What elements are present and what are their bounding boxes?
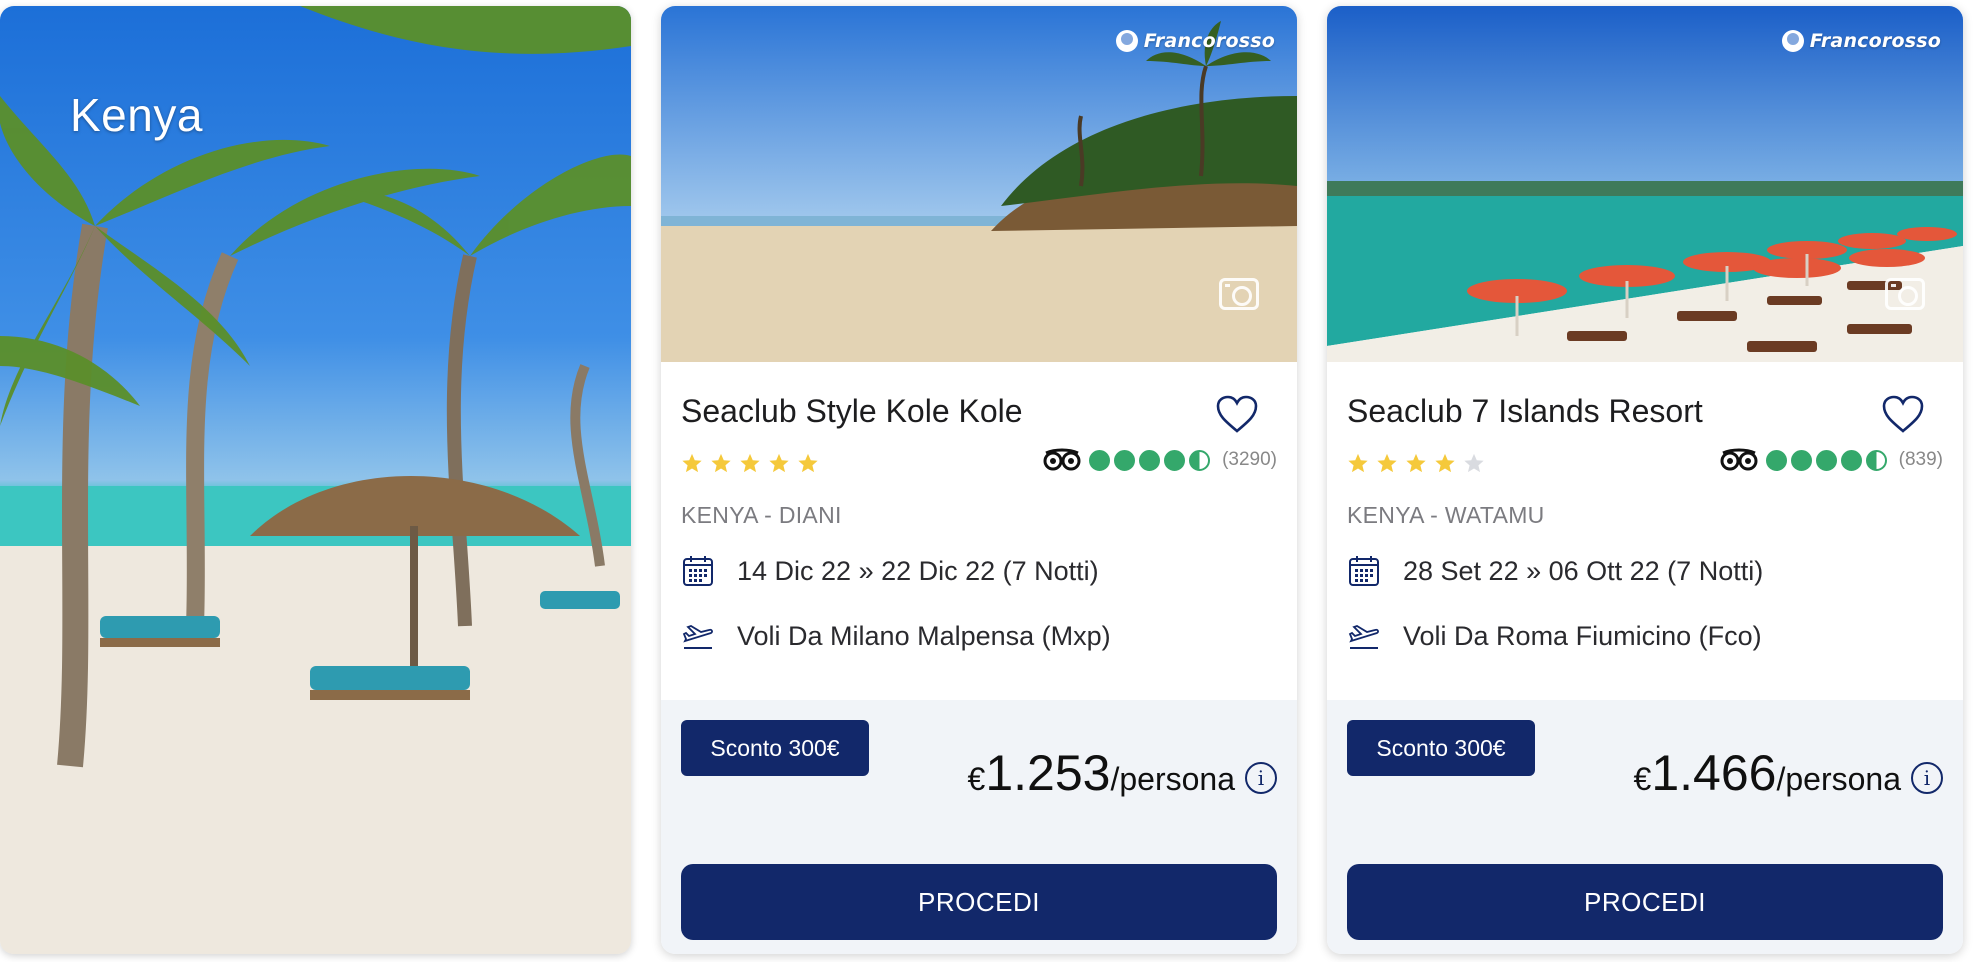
brand-logo: Francorosso — [1781, 30, 1941, 52]
calendar-icon — [683, 556, 713, 586]
star-rating — [1347, 452, 1485, 474]
star-icon — [1406, 453, 1426, 473]
tripadvisor-rating[interactable]: (839) — [1720, 448, 1943, 472]
price-currency: € — [1633, 761, 1652, 797]
price-amount: 1.466 — [1651, 745, 1777, 801]
destination-hero-card[interactable]: Kenya — [0, 6, 631, 954]
procedi-button[interactable]: PROCEDI — [1347, 864, 1943, 940]
bubble-half — [1189, 449, 1211, 471]
bubble-half — [1865, 449, 1887, 471]
plane-departure-icon — [1348, 625, 1379, 649]
dates-text: 28 Set 22 » 06 Ott 22 (7 Notti) — [1403, 555, 1764, 586]
card-body: Seaclub 7 Islands Resort (839) KENYA - W… — [1327, 362, 1963, 700]
hotel-card: Francorosso Seaclub Style Kole Kole (329… — [661, 6, 1297, 954]
plane-departure-icon — [682, 625, 713, 649]
hotel-location: KENYA - WATAMU — [1347, 502, 1545, 528]
camera-icon[interactable] — [1219, 278, 1259, 310]
price-unit: /persona — [1110, 761, 1235, 797]
info-icon[interactable]: i — [1911, 762, 1943, 794]
flight-text: Voli Da Milano Malpensa (Mxp) — [737, 620, 1111, 651]
calendar-icon — [1349, 556, 1379, 586]
star-icon — [740, 453, 760, 473]
dates-text: 14 Dic 22 » 22 Dic 22 (7 Notti) — [737, 555, 1099, 586]
price: € 1.466 /persona — [1634, 744, 1901, 802]
beach-photo — [661, 6, 1297, 362]
card-body: Seaclub Style Kole Kole (3290) KENYA - D… — [661, 362, 1297, 700]
beach-photo — [1327, 6, 1963, 362]
price-currency: € — [967, 761, 986, 797]
flight-info: Voli Da Roma Fiumicino (Fco) — [1347, 619, 1762, 653]
price: € 1.253 /persona — [968, 744, 1235, 802]
price-unit: /persona — [1776, 761, 1901, 797]
star-icon — [1348, 453, 1368, 473]
discount-badge: Sconto 300€ — [681, 720, 869, 776]
bubble-full — [1164, 449, 1186, 471]
review-count: (3290) — [1222, 449, 1277, 470]
tripadvisor-owl-icon — [1720, 448, 1758, 471]
price-panel: Sconto 300€ € 1.253 /persona i PROCEDI — [661, 700, 1297, 954]
travel-dates: 14 Dic 22 » 22 Dic 22 (7 Notti) — [681, 554, 1099, 588]
star-icon — [1435, 453, 1455, 473]
brand-label: Francorosso — [1143, 30, 1275, 52]
star-icon — [1377, 453, 1397, 473]
camera-icon[interactable] — [1885, 278, 1925, 310]
hotel-name[interactable]: Seaclub Style Kole Kole — [681, 393, 1023, 430]
offers-row: Kenya Francorosso Seaclub Style Kole Kol… — [0, 0, 1984, 962]
tripadvisor-bubbles — [1089, 449, 1211, 471]
flight-info: Voli Da Milano Malpensa (Mxp) — [681, 619, 1111, 653]
hotel-name[interactable]: Seaclub 7 Islands Resort — [1347, 393, 1703, 430]
review-count: (839) — [1898, 449, 1943, 470]
bubble-full — [1139, 449, 1161, 471]
price-panel: Sconto 300€ € 1.466 /persona i PROCEDI — [1327, 700, 1963, 954]
price-amount: 1.253 — [985, 745, 1111, 801]
star-icon — [798, 453, 818, 473]
bubble-full — [1840, 449, 1862, 471]
brand-swirl-icon — [1115, 30, 1138, 52]
brand-swirl-icon — [1781, 30, 1804, 52]
hotel-photo[interactable]: Francorosso — [1327, 6, 1963, 362]
hotel-card: Francorosso Seaclub 7 Islands Resort (83… — [1327, 6, 1963, 954]
bubble-full — [1114, 449, 1136, 471]
bubble-full — [1089, 449, 1111, 471]
heart-icon[interactable] — [1881, 394, 1925, 434]
hotel-location: KENYA - DIANI — [681, 502, 842, 528]
discount-badge: Sconto 300€ — [1347, 720, 1535, 776]
destination-title: Kenya — [70, 89, 203, 141]
tripadvisor-bubbles — [1765, 449, 1887, 471]
tripadvisor-rating[interactable]: (3290) — [1043, 448, 1277, 472]
brand-label: Francorosso — [1809, 30, 1941, 52]
star-rating — [681, 452, 819, 474]
beach-photo — [0, 6, 631, 954]
info-icon[interactable]: i — [1245, 762, 1277, 794]
heart-icon[interactable] — [1215, 394, 1259, 434]
tripadvisor-owl-icon — [1043, 448, 1081, 471]
bubble-full — [1790, 449, 1812, 471]
brand-logo: Francorosso — [1115, 30, 1275, 52]
star-icon — [711, 453, 731, 473]
star-icon — [682, 453, 702, 473]
bubble-full — [1765, 449, 1787, 471]
hotel-photo[interactable]: Francorosso — [661, 6, 1297, 362]
star-icon — [769, 453, 789, 473]
travel-dates: 28 Set 22 » 06 Ott 22 (7 Notti) — [1347, 554, 1763, 588]
star-empty-icon — [1464, 453, 1484, 473]
procedi-button[interactable]: PROCEDI — [681, 864, 1277, 940]
bubble-full — [1815, 449, 1837, 471]
flight-text: Voli Da Roma Fiumicino (Fco) — [1403, 620, 1762, 651]
